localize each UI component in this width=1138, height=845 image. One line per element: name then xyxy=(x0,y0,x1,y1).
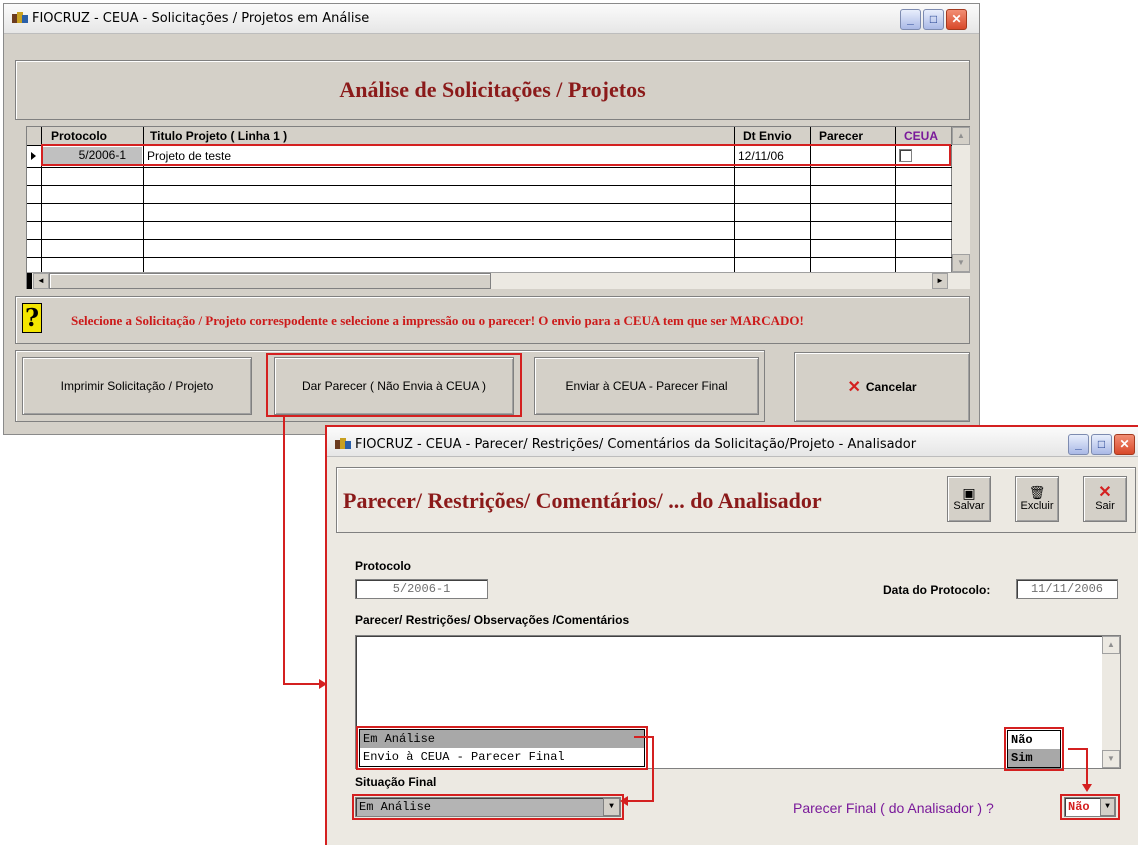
save-button[interactable]: ▣ Salvar xyxy=(947,476,991,522)
app-icon xyxy=(12,12,28,23)
scroll-down-icon[interactable]: ▼ xyxy=(952,254,970,272)
dialog-content: Protocolo 5/2006-1 Data do Protocolo: 11… xyxy=(336,549,1136,839)
floppy-disk-icon: ▣ xyxy=(962,485,976,501)
dialog-maximize-button[interactable]: □ xyxy=(1091,434,1112,455)
help-icon: ? xyxy=(22,303,42,333)
dialog-close-button[interactable]: ✕ xyxy=(1114,434,1135,455)
comments-scrollbar[interactable]: ▲ ▼ xyxy=(1102,636,1120,768)
main-titlebar: FIOCRUZ - CEUA - Solicitações / Projetos… xyxy=(4,4,979,34)
col-header-parecer[interactable]: Parecer xyxy=(811,127,895,145)
maximize-button[interactable]: □ xyxy=(923,9,944,30)
close-button[interactable]: ✕ xyxy=(946,9,967,30)
print-button[interactable]: Imprimir Solicitação / Projeto xyxy=(22,357,252,415)
minimize-button[interactable]: _ xyxy=(900,9,921,30)
dialog-minimize-button[interactable]: _ xyxy=(1068,434,1089,455)
trash-icon: 🗑 xyxy=(1028,485,1046,500)
comments-scroll-up-icon[interactable]: ▲ xyxy=(1102,636,1120,654)
col-header-ceua[interactable]: CEUA xyxy=(896,127,951,145)
row-indicator-icon xyxy=(31,152,36,160)
col-header-dt-envio[interactable]: Dt Envio xyxy=(735,127,810,145)
page-title: Análise de Solicitações / Projetos xyxy=(339,77,646,102)
grid-vertical-scrollbar[interactable]: ▲ ▼ xyxy=(952,127,970,272)
cancel-button[interactable]: ✕ Cancelar xyxy=(794,352,970,422)
dialog-heading-panel: Parecer/ Restrições/ Comentários/ ... do… xyxy=(336,467,1136,533)
give-opinion-highlight xyxy=(266,353,522,417)
data-protocolo-field[interactable]: 11/11/2006 xyxy=(1016,579,1118,599)
hint-panel: ? Selecione a Solicitação / Projeto corr… xyxy=(15,296,970,344)
hint-text: Selecione a Solicitação / Projeto corres… xyxy=(71,313,804,328)
situacao-list-highlight xyxy=(356,726,648,770)
data-protocolo-label: Data do Protocolo: xyxy=(883,583,991,597)
scroll-up-icon[interactable]: ▲ xyxy=(952,127,970,145)
horizontal-scroll-thumb[interactable] xyxy=(49,273,491,289)
comments-scroll-down-icon[interactable]: ▼ xyxy=(1102,750,1120,768)
exit-button[interactable]: ✕ Sair xyxy=(1083,476,1127,522)
close-icon: ✕ xyxy=(1098,484,1112,501)
main-window-title: FIOCRUZ - CEUA - Solicitações / Projetos… xyxy=(32,11,370,26)
main-window: FIOCRUZ - CEUA - Solicitações / Projetos… xyxy=(3,3,980,435)
dialog-window-title: FIOCRUZ - CEUA - Parecer/ Restrições/ Co… xyxy=(355,437,917,452)
grid-horizontal-scrollbar[interactable]: ◄ ► xyxy=(27,272,970,289)
dialog-app-icon xyxy=(335,438,351,449)
protocolo-field[interactable]: 5/2006-1 xyxy=(355,579,488,599)
projects-grid[interactable]: Protocolo Titulo Projeto ( Linha 1 ) Dt … xyxy=(26,126,970,289)
heading-panel: Análise de Solicitações / Projetos xyxy=(15,60,970,120)
situacao-label: Situação Final xyxy=(355,775,437,789)
opinion-dialog: FIOCRUZ - CEUA - Parecer/ Restrições/ Co… xyxy=(325,425,1138,845)
scroll-left-icon[interactable]: ◄ xyxy=(33,273,49,289)
col-header-protocolo[interactable]: Protocolo xyxy=(41,127,143,145)
delete-button[interactable]: 🗑 Excluir xyxy=(1015,476,1059,522)
col-header-titulo[interactable]: Titulo Projeto ( Linha 1 ) xyxy=(144,127,734,145)
dialog-titlebar: FIOCRUZ - CEUA - Parecer/ Restrições/ Co… xyxy=(327,427,1138,457)
dialog-title: Parecer/ Restrições/ Comentários/ ... do… xyxy=(343,488,822,513)
send-ceua-button[interactable]: Enviar à CEUA - Parecer Final xyxy=(534,357,759,415)
table-row[interactable]: 5/2006-1 Projeto de teste 12/11/06 xyxy=(27,144,951,166)
grid-corner xyxy=(27,127,41,145)
scroll-right-icon[interactable]: ► xyxy=(932,273,948,289)
parecer-select-highlight xyxy=(1060,794,1120,820)
parecer-final-label: Parecer Final ( do Analisador ) ? xyxy=(793,800,994,816)
comments-label: Parecer/ Restrições/ Observações /Coment… xyxy=(355,613,630,627)
situacao-select-highlight xyxy=(352,794,624,820)
protocolo-label: Protocolo xyxy=(355,559,411,573)
cancel-label: Cancelar xyxy=(865,380,917,394)
parecer-list-highlight xyxy=(1004,727,1064,771)
selected-row-highlight xyxy=(41,144,951,166)
cancel-icon: ✕ xyxy=(847,379,861,396)
